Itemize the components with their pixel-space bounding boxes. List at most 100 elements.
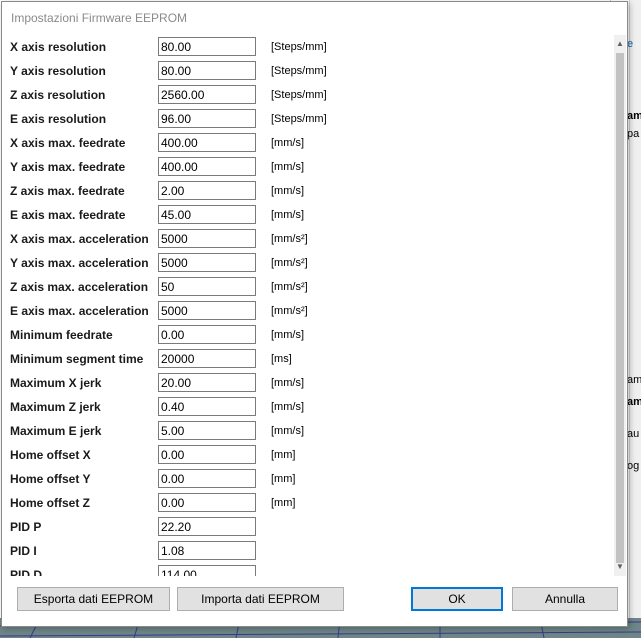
setting-label: X axis resolution [10,40,107,54]
export-eeprom-button[interactable]: Esporta dati EEPROM [17,587,170,611]
setting-row: Z axis resolution 2560.00 [Steps/mm] [2,83,614,107]
setting-value-input[interactable]: 5.00 [158,421,256,440]
setting-unit: [mm] [271,449,296,461]
setting-label: Maximum X jerk [10,376,102,390]
setting-value-input[interactable]: 2.00 [158,181,256,200]
setting-row: X axis max. acceleration 5000 [mm/s²] [2,227,614,251]
setting-row: E axis max. acceleration 5000 [mm/s²] [2,299,614,323]
setting-label: Y axis max. feedrate [10,160,126,174]
setting-value-input[interactable]: 20.00 [158,373,256,392]
setting-label: Maximum E jerk [10,424,102,438]
setting-value-input[interactable]: 80.00 [158,37,256,56]
setting-value-input[interactable]: 20000 [158,349,256,368]
setting-row: E axis max. feedrate 45.00 [mm/s] [2,203,614,227]
setting-label: E axis max. feedrate [10,208,126,222]
setting-value-input[interactable]: 22.20 [158,517,256,536]
setting-value-input[interactable]: 5000 [158,229,256,248]
dialog-title: Impostazioni Firmware EEPROM [11,11,188,25]
setting-label: Home offset Z [10,496,91,510]
setting-row: Home offset Z 0.00 [mm] [2,491,614,515]
setting-row: Minimum segment time 20000 [ms] [2,347,614,371]
setting-unit: [mm/s] [271,161,304,173]
setting-row: PID I 1.08 [2,539,614,563]
setting-unit: [mm/s] [271,185,304,197]
setting-row: Y axis max. feedrate 400.00 [mm/s] [2,155,614,179]
setting-unit: [mm/s²] [271,305,308,317]
setting-value-input[interactable]: 0.00 [158,469,256,488]
setting-unit: [mm/s] [271,329,304,341]
setting-label: E axis max. acceleration [10,304,149,318]
setting-row: Y axis max. acceleration 5000 [mm/s²] [2,251,614,275]
setting-unit: [Steps/mm] [271,65,327,77]
setting-unit: [mm/s²] [271,281,308,293]
setting-value-input[interactable]: 45.00 [158,205,256,224]
setting-unit: [Steps/mm] [271,113,327,125]
setting-label: E axis resolution [10,112,107,126]
setting-unit: [mm/s] [271,377,304,389]
setting-value-input[interactable]: 5000 [158,301,256,320]
setting-row: X axis max. feedrate 400.00 [mm/s] [2,131,614,155]
setting-row: Z axis max. feedrate 2.00 [mm/s] [2,179,614,203]
setting-value-input[interactable]: 5000 [158,253,256,272]
setting-value-input[interactable]: 0.00 [158,493,256,512]
setting-label: Z axis max. feedrate [10,184,125,198]
setting-value-input[interactable]: 0.40 [158,397,256,416]
setting-unit: [Steps/mm] [271,41,327,53]
setting-label: Z axis max. acceleration [10,280,149,294]
setting-unit: [mm/s] [271,209,304,221]
settings-list: X axis resolution 80.00 [Steps/mm] Y axis r… [2,35,614,576]
setting-unit: [mm/s] [271,401,304,413]
setting-label: Minimum segment time [10,352,144,366]
setting-row: PID D 114.00 [2,563,614,576]
setting-row: Maximum Z jerk 0.40 [mm/s] [2,395,614,419]
setting-label: X axis max. feedrate [10,136,126,150]
setting-unit: [mm/s²] [271,257,308,269]
dialog-titlebar[interactable]: Impostazioni Firmware EEPROM [2,2,627,33]
setting-row: X axis resolution 80.00 [Steps/mm] [2,35,614,59]
setting-unit: [mm/s²] [271,233,308,245]
setting-unit: [mm] [271,497,296,509]
import-eeprom-button[interactable]: Importa dati EEPROM [177,587,344,611]
setting-row: Maximum E jerk 5.00 [mm/s] [2,419,614,443]
vertical-scrollbar[interactable]: ▲ ▼ [614,35,626,576]
setting-row: Minimum feedrate 0.00 [mm/s] [2,323,614,347]
setting-label: Y axis max. acceleration [10,256,149,270]
chevron-down-icon[interactable]: ▼ [614,560,626,574]
setting-value-input[interactable]: 1.08 [158,541,256,560]
setting-value-input[interactable]: 114.00 [158,565,256,576]
background-app-text: am [627,110,641,122]
setting-value-input[interactable]: 2560.00 [158,85,256,104]
setting-label: Home offset X [10,448,91,462]
setting-row: Home offset X 0.00 [mm] [2,443,614,467]
background-app-text: og [627,460,640,472]
setting-unit: [mm/s] [271,425,304,437]
setting-row: E axis resolution 96.00 [Steps/mm] [2,107,614,131]
setting-row: Home offset Y 0.00 [mm] [2,467,614,491]
background-app-scrollbar [629,0,641,638]
setting-unit: [mm] [271,473,296,485]
setting-unit: [mm/s] [271,137,304,149]
setting-value-input[interactable]: 80.00 [158,61,256,80]
setting-value-input[interactable]: 0.00 [158,445,256,464]
background-app-text: am [627,396,641,408]
setting-label: PID P [10,520,42,534]
setting-label: Z axis resolution [10,88,106,102]
chevron-up-icon[interactable]: ▲ [614,37,626,51]
scrollbar-thumb[interactable] [616,53,624,563]
ok-button[interactable]: OK [411,587,503,611]
setting-label: PID I [10,544,37,558]
setting-value-input[interactable]: 400.00 [158,157,256,176]
background-app-text: pa [627,128,640,140]
cancel-button[interactable]: Annulla [512,587,618,611]
setting-value-input[interactable]: 0.00 [158,325,256,344]
setting-row: Y axis resolution 80.00 [Steps/mm] [2,59,614,83]
setting-value-input[interactable]: 96.00 [158,109,256,128]
background-app-text: au [627,428,640,440]
setting-value-input[interactable]: 400.00 [158,133,256,152]
setting-label: Y axis resolution [10,64,106,78]
eeprom-settings-dialog: Impostazioni Firmware EEPROM X axis reso… [1,1,628,627]
setting-unit: [ms] [271,353,292,365]
setting-label: Minimum feedrate [10,328,113,342]
setting-value-input[interactable]: 50 [158,277,256,296]
setting-row: Maximum X jerk 20.00 [mm/s] [2,371,614,395]
